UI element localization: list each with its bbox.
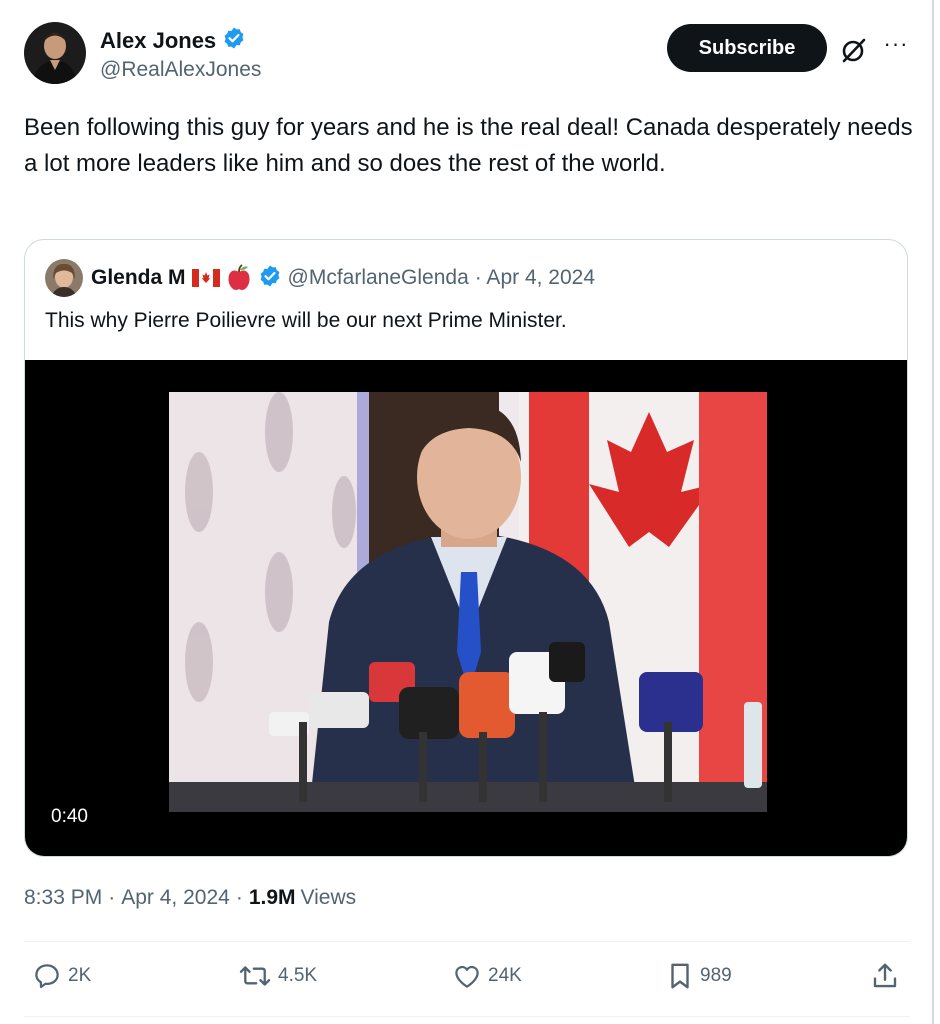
quoted-tweet-text: This why Pierre Poilievre will be our ne… — [45, 309, 567, 332]
tweet-header: Alex Jones @RealAlexJones Subscribe ··· — [24, 22, 912, 86]
verified-badge-icon — [222, 26, 246, 55]
author-info: Alex Jones @RealAlexJones — [100, 26, 261, 85]
share-icon — [870, 961, 900, 991]
quoted-tweet[interactable]: Glenda M @McfarlaneGlenda · Apr 4, 2024 … — [24, 239, 908, 857]
divider — [24, 941, 910, 942]
divider — [24, 1016, 910, 1017]
repost-icon — [238, 961, 272, 991]
repost-button[interactable]: 4.5K — [238, 961, 317, 991]
quoted-verified-badge-icon — [258, 264, 282, 293]
quoted-tweet-header: Glenda M @McfarlaneGlenda · Apr 4, 2024 — [45, 258, 595, 298]
video-duration: 0:40 — [45, 804, 94, 830]
tweet-date[interactable]: Apr 4, 2024 — [121, 886, 230, 910]
video-thumbnail — [169, 392, 767, 812]
meta-separator: · — [108, 886, 116, 909]
quoted-author-avatar[interactable] — [45, 259, 83, 297]
reply-count: 2K — [68, 965, 92, 986]
bookmark-count: 989 — [700, 965, 732, 986]
heart-icon — [452, 961, 482, 991]
tweet-time[interactable]: 8:33 PM — [24, 886, 102, 910]
views-count: 1.9M — [248, 886, 296, 909]
bookmark-icon — [666, 961, 694, 991]
like-count: 24K — [488, 965, 522, 986]
share-button[interactable] — [870, 961, 900, 991]
more-options-icon[interactable]: ··· — [880, 32, 912, 56]
reply-icon — [32, 961, 62, 991]
meta-separator: · — [235, 886, 243, 909]
subscribe-button[interactable]: Subscribe — [667, 24, 827, 72]
reply-button[interactable]: 2K — [32, 961, 91, 991]
apple-emoji-icon — [226, 264, 252, 292]
quoted-author-name[interactable]: Glenda M — [91, 266, 186, 290]
tweet-actions: 2K 4.5K 24K 989 — [24, 955, 910, 1003]
views-label: Views — [300, 886, 357, 909]
author-name[interactable]: Alex Jones — [100, 27, 216, 55]
repost-count: 4.5K — [278, 965, 318, 986]
bookmark-button[interactable]: 989 — [666, 961, 732, 991]
author-avatar[interactable] — [24, 22, 86, 84]
quoted-tweet-date[interactable]: · Apr 4, 2024 — [475, 266, 595, 290]
scroll-edge — [932, 0, 934, 1024]
quoted-author-handle[interactable]: @McfarlaneGlenda — [288, 266, 469, 290]
canada-flag-icon — [191, 269, 220, 287]
tweet-meta: 8:33 PM · Apr 4, 2024 · 1.9M Views — [24, 886, 356, 910]
tweet-text: Been following this guy for years and he… — [24, 114, 913, 177]
video-player[interactable]: 0:40 — [25, 360, 907, 856]
grok-icon[interactable] — [840, 36, 868, 64]
author-handle[interactable]: @RealAlexJones — [100, 55, 261, 85]
like-button[interactable]: 24K — [452, 961, 522, 991]
